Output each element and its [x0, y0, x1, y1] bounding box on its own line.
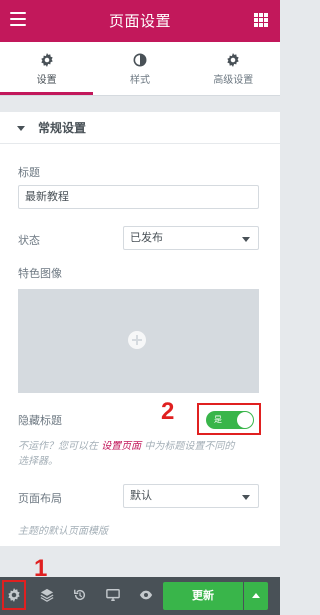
status-label: 状态	[18, 234, 40, 247]
help-text-1: 不运作？您可以在	[18, 441, 98, 452]
annotation-marker-2: 2	[161, 398, 175, 425]
eye-icon[interactable]	[135, 585, 157, 607]
toggle-text: 是	[214, 415, 222, 424]
tab-label: 高级设置	[213, 75, 254, 86]
history-icon[interactable]	[69, 585, 91, 607]
toggle-knob	[237, 412, 253, 428]
featured-image-picker[interactable]	[18, 289, 259, 393]
page-layout-value: 默认	[130, 489, 152, 502]
tab-style[interactable]: 样式	[93, 42, 186, 95]
status-value: 已发布	[130, 231, 163, 244]
annotation-highlight-toggle: 是	[197, 403, 261, 435]
featured-image-label: 特色图像	[18, 267, 62, 280]
tab-label: 样式	[129, 75, 150, 86]
update-options-button[interactable]	[244, 582, 268, 610]
gear-icon	[40, 53, 53, 67]
chevron-down-icon	[242, 495, 250, 500]
status-select[interactable]: 已发布	[123, 226, 259, 250]
hide-title-toggle[interactable]: 是	[206, 411, 254, 429]
page-layout-label: 页面布局	[18, 492, 62, 505]
bottom-toolbar: 更新	[0, 577, 280, 615]
layers-icon[interactable]	[36, 585, 58, 607]
grid-icon[interactable]	[254, 13, 268, 27]
caret-down-icon	[17, 126, 25, 131]
caret-up-icon	[252, 593, 260, 598]
tab-label: 设置	[36, 75, 57, 86]
settings-panel: 标题 最新教程 状态 已发布 特色图像 隐藏标题 2 是 不运作？您可以在 设置…	[0, 144, 280, 546]
title-input[interactable]: 最新教程	[18, 185, 259, 209]
settings-page-link[interactable]: 设置页面	[101, 441, 141, 452]
tab-advanced[interactable]: 高级设置	[187, 42, 280, 95]
gear-icon	[227, 53, 239, 67]
page-layout-select[interactable]: 默认	[123, 484, 259, 508]
update-button[interactable]: 更新	[163, 582, 243, 610]
half-circle-icon	[133, 53, 147, 67]
desktop-icon[interactable]	[102, 585, 124, 607]
tab-bar: 设置 样式 高级设置	[0, 42, 280, 96]
title-label: 标题	[18, 166, 40, 179]
section-header-general[interactable]: 常规设置	[0, 112, 280, 144]
chevron-down-icon	[242, 237, 250, 242]
tab-settings[interactable]: 设置	[0, 42, 94, 95]
page-layout-help: 主题的默认页面模版	[18, 526, 108, 537]
panel-title: 页面设置	[108, 12, 171, 30]
gear-icon[interactable]	[3, 585, 25, 607]
help-text-3: 选择器。	[18, 456, 58, 467]
help-text-2: 中为标题设置不同的	[144, 441, 235, 452]
plus-icon	[128, 331, 146, 349]
hide-title-help: 不运作？您可以在 设置页面 中为标题设置不同的 选择器。	[18, 439, 234, 469]
section-title: 常规设置	[38, 121, 87, 135]
hide-title-label: 隐藏标题	[18, 414, 62, 427]
top-bar: 页面设置	[0, 0, 280, 42]
